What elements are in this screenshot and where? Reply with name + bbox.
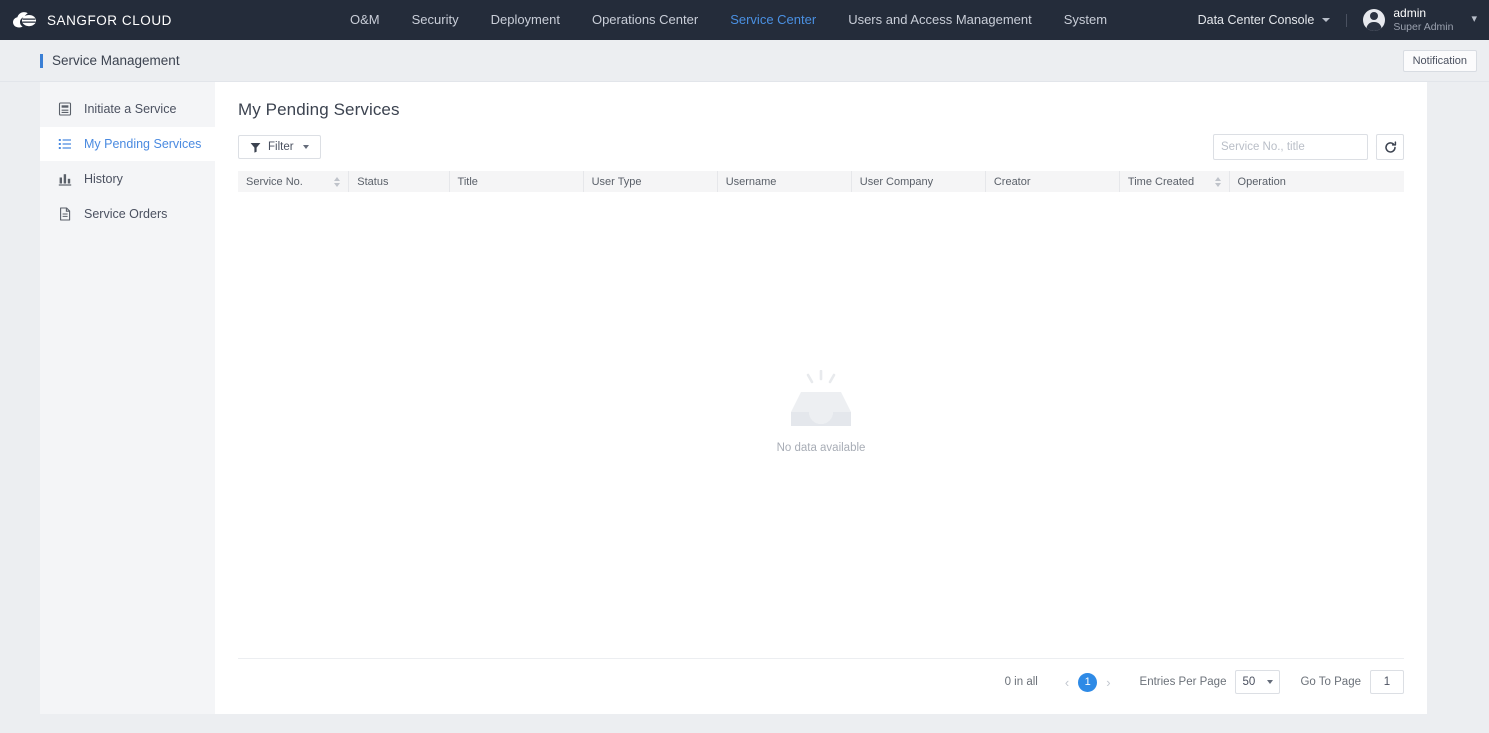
user-meta: admin Super Admin [1393,6,1454,33]
sidebar-item-service-orders[interactable]: Service Orders [40,197,215,231]
column-header-user-company[interactable]: User Company [851,171,986,192]
empty-inbox-icon [791,370,851,426]
breadcrumb: Service Management [0,53,180,68]
column-header-service-no[interactable]: Service No. [238,171,350,192]
sidebar: Initiate a Service My Pending Services H… [40,82,215,714]
column-header-username[interactable]: Username [717,171,852,192]
user-role: Super Admin [1393,20,1454,33]
sidebar-item-label: Service Orders [84,207,168,221]
console-selector[interactable]: Data Center Console [1198,13,1331,27]
entries-per-page-label: Entries Per Page [1139,676,1227,688]
nav-item-security[interactable]: Security [396,0,475,40]
column-label: Creator [993,175,1031,188]
top-navigation-bar: SANGFOR CLOUD O&M Security Deployment Op… [0,0,1489,40]
sidebar-item-initiate-a-service[interactable]: Initiate a Service [40,92,215,126]
content-title: My Pending Services [238,100,400,119]
nav-item-service-center[interactable]: Service Center [714,0,832,40]
sort-icon[interactable] [334,176,341,187]
sidebar-item-my-pending-services[interactable]: My Pending Services [40,127,215,161]
document-icon [60,207,71,221]
chevron-down-icon [1322,18,1331,22]
sub-header: Service Management Notification [0,40,1489,82]
empty-state: No data available [238,192,1404,632]
sort-descending-icon [334,182,341,187]
bar-chart-icon [58,174,72,186]
user-name: admin [1393,6,1427,21]
console-selector-label: Data Center Console [1197,13,1315,27]
top-right-area: Data Center Console admin Super Admin ▾ [1198,0,1477,40]
sort-ascending-icon [334,176,341,181]
main-nav-items: O&M Security Deployment Operations Cente… [350,0,1123,40]
chevron-down-icon [1267,680,1274,684]
next-page-button[interactable]: › [1097,676,1119,689]
brand-logo-area[interactable]: SANGFOR CLOUD [0,10,172,30]
column-label: Status [357,175,389,188]
nav-item-om[interactable]: O&M [350,0,396,40]
funnel-icon [250,142,261,153]
brand-name: SANGFOR CLOUD [47,12,172,28]
column-header-operation[interactable]: Operation [1229,171,1404,192]
refresh-icon [1384,140,1396,153]
column-header-time-created[interactable]: Time Created [1119,171,1230,192]
sidebar-item-history[interactable]: History [40,162,215,196]
pagination: 0 in all ‹ 1 › Entries Per Page 50 Go To… [1005,670,1404,694]
go-to-page-input[interactable] [1370,670,1404,694]
column-header-creator[interactable]: Creator [985,171,1120,192]
page-layout: Initiate a Service My Pending Services H… [0,82,1489,732]
column-label: User Type [591,175,642,188]
go-to-page-label: Go To Page [1300,676,1361,688]
content-card: My Pending Services Filter Service No., … [215,82,1427,714]
list-icon [58,139,71,149]
notification-button[interactable]: Notification [1402,49,1477,72]
form-icon [58,102,72,116]
sidebar-item-label: My Pending Services [84,137,202,151]
refresh-button[interactable] [1376,134,1404,160]
column-label: Title [457,175,478,188]
column-header-title[interactable]: Title [449,171,584,192]
table-toolbar: Filter [215,120,1427,160]
column-label: Time Created [1127,175,1195,188]
nav-item-users-and-access-management[interactable]: Users and Access Management [832,0,1048,40]
toolbar-right [1213,134,1404,160]
sidebar-item-label: History [84,172,123,186]
page-number-1[interactable]: 1 [1078,672,1098,692]
sort-ascending-icon [1214,176,1221,181]
column-label: Username [725,175,777,188]
nav-item-system[interactable]: System [1048,0,1123,40]
column-header-user-type[interactable]: User Type [583,171,718,192]
sort-icon[interactable] [1214,176,1221,187]
table-header-row: Service No. Status Title User Type Usern… [238,171,1404,192]
search-box[interactable] [1213,134,1387,160]
breadcrumb-accent-bar [40,53,43,68]
pagination-divider [238,658,1404,659]
user-menu[interactable]: admin Super Admin ▾ [1363,6,1477,33]
entries-per-page-value: 50 [1242,676,1256,688]
nav-item-deployment[interactable]: Deployment [475,0,576,40]
entries-per-page-select[interactable]: 50 [1235,670,1281,694]
sidebar-item-label: Initiate a Service [84,102,177,116]
avatar [1363,8,1386,31]
cloud-logo-icon [13,12,36,28]
header-divider [1346,13,1348,27]
chevron-down-icon: ▾ [1471,13,1477,26]
column-header-status[interactable]: Status [348,171,450,192]
services-table: Service No. Status Title User Type Usern… [238,171,1404,192]
services-table-wrap: Service No. Status Title User Type Usern… [238,171,1404,632]
chevron-down-icon [302,145,309,149]
filter-button[interactable]: Filter [238,135,321,159]
total-count-label: 0 in all [1004,676,1038,688]
prev-page-button[interactable]: ‹ [1056,676,1078,689]
nav-item-operations-center[interactable]: Operations Center [576,0,714,40]
column-label: User Company [859,175,934,188]
column-label: Service No. [246,175,303,188]
page-title: Service Management [52,53,180,68]
search-input[interactable] [1221,141,1375,153]
sort-descending-icon [1214,182,1221,187]
column-label: Operation [1237,175,1286,188]
empty-state-text: No data available [776,442,866,454]
filter-button-label: Filter [268,141,294,153]
